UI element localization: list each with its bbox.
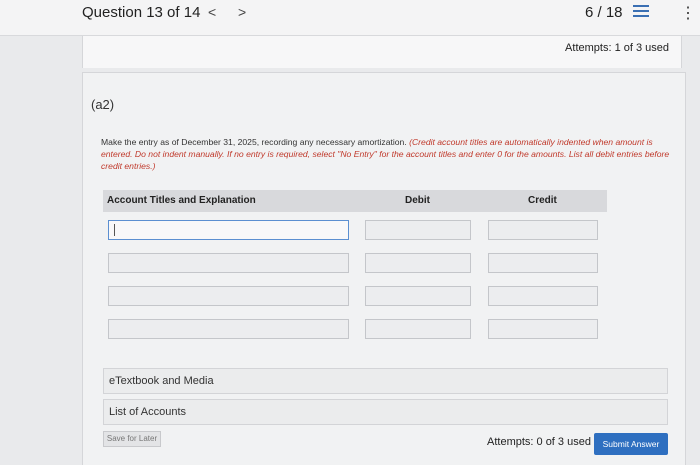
question-list-icon[interactable] [633, 5, 649, 19]
previous-question-button[interactable]: < [208, 4, 216, 20]
etextbook-media-link[interactable]: eTextbook and Media [103, 368, 668, 394]
list-of-accounts-link[interactable]: List of Accounts [103, 399, 668, 425]
question-label: Question 13 of 14 [82, 4, 201, 21]
journal-table-header: Account Titles and Explanation Debit Cre… [103, 190, 607, 212]
top-bar: Question 13 of 14 < > 6 / 18 ⋮ [0, 0, 700, 36]
credit-input[interactable] [488, 253, 598, 273]
question-panel: (a2) Make the entry as of December 31, 2… [82, 72, 686, 465]
account-title-input[interactable] [108, 286, 349, 306]
credit-input[interactable] [488, 220, 598, 240]
attempts-used-bottom: Attempts: 0 of 3 used [487, 436, 591, 448]
debit-input[interactable] [365, 286, 471, 306]
instructions: Make the entry as of December 31, 2025, … [101, 136, 681, 172]
account-title-input[interactable] [108, 220, 349, 240]
attempts-panel: Attempts: 1 of 3 used [82, 36, 682, 68]
next-question-button[interactable]: > [238, 4, 246, 20]
submit-answer-button[interactable]: Submit Answer [594, 433, 668, 455]
save-for-later-button[interactable]: Save for Later [103, 431, 161, 447]
instructions-main: Make the entry as of December 31, 2025, … [101, 137, 410, 147]
debit-input[interactable] [365, 253, 471, 273]
attempts-used-top: Attempts: 1 of 3 used [565, 42, 669, 54]
more-options-icon[interactable]: ⋮ [680, 3, 696, 23]
account-title-input[interactable] [108, 319, 349, 339]
header-account-titles: Account Titles and Explanation [107, 195, 256, 206]
etextbook-media-label: eTextbook and Media [109, 375, 214, 387]
progress-counter: 6 / 18 [585, 4, 623, 21]
credit-input[interactable] [488, 286, 598, 306]
header-debit: Debit [405, 195, 430, 206]
part-label: (a2) [91, 97, 115, 112]
account-title-input[interactable] [108, 253, 349, 273]
debit-input[interactable] [365, 319, 471, 339]
header-credit: Credit [528, 195, 557, 206]
debit-input[interactable] [365, 220, 471, 240]
credit-input[interactable] [488, 319, 598, 339]
list-of-accounts-label: List of Accounts [109, 406, 187, 418]
